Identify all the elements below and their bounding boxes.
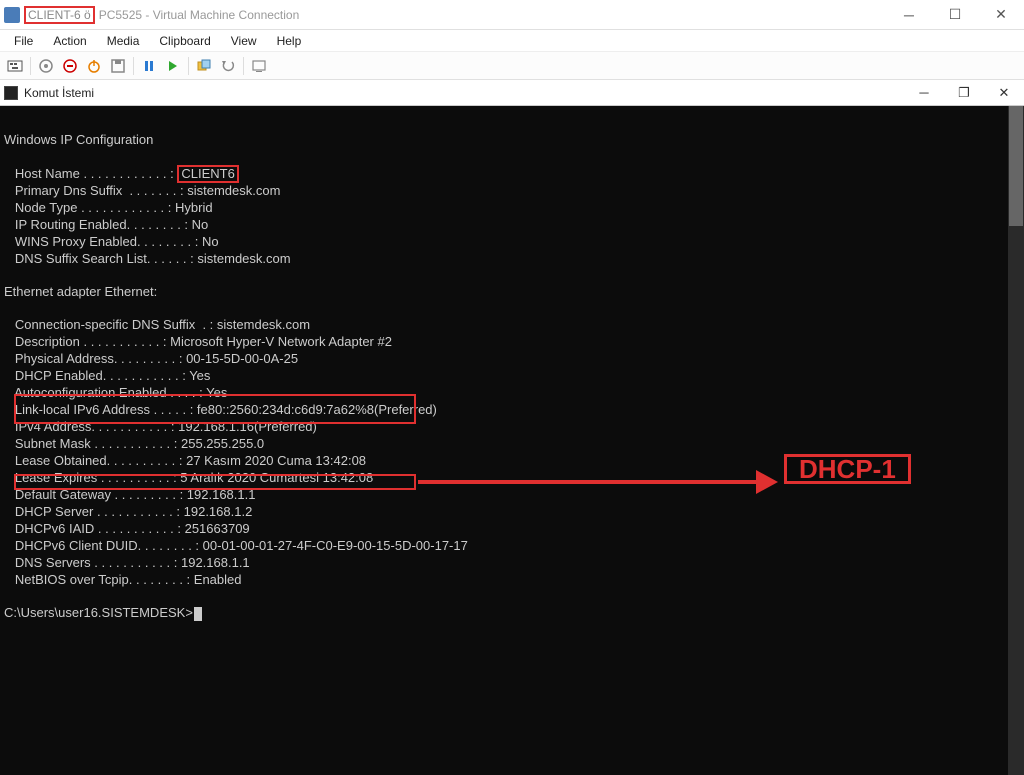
menubar: File Action Media Clipboard View Help bbox=[0, 30, 1024, 52]
node-type: Node Type . . . . . . . . . . . . : Hybr… bbox=[4, 200, 213, 215]
inner-titlebar: Komut İstemi ─ ❐ ✕ bbox=[0, 80, 1024, 106]
turnoff-icon[interactable] bbox=[59, 55, 81, 77]
save-icon[interactable] bbox=[107, 55, 129, 77]
toolbar-divider bbox=[133, 57, 134, 75]
dhcpv6-iaid: DHCPv6 IAID . . . . . . . . . . . : 2516… bbox=[4, 521, 250, 536]
dhcp-enabled: DHCP Enabled. . . . . . . . . . . : Yes bbox=[4, 368, 210, 383]
maximize-button[interactable]: ☐ bbox=[932, 0, 978, 30]
inner-minimize-button[interactable]: ─ bbox=[904, 80, 944, 106]
prompt: C:\Users\user16.SISTEMDESK> bbox=[4, 605, 193, 620]
close-button[interactable]: ✕ bbox=[978, 0, 1024, 30]
host-name-value: CLIENT6 bbox=[177, 165, 238, 183]
app-icon bbox=[4, 7, 20, 23]
shutdown-icon[interactable] bbox=[83, 55, 105, 77]
lease-expires: Lease Expires . . . . . . . . . . : 5 Ar… bbox=[4, 470, 373, 485]
adapter-header: Ethernet adapter Ethernet: bbox=[4, 284, 157, 299]
toolbar-divider bbox=[243, 57, 244, 75]
ipconfig-header: Windows IP Configuration bbox=[4, 132, 153, 147]
menu-media[interactable]: Media bbox=[97, 31, 150, 51]
console-output[interactable]: Windows IP Configuration Host Name . . .… bbox=[0, 106, 1024, 775]
connection-suffix: Connection-specific DNS Suffix . : siste… bbox=[4, 317, 310, 332]
outer-title-rest: PC5525 - Virtual Machine Connection bbox=[99, 8, 300, 22]
inner-close-button[interactable]: ✕ bbox=[984, 80, 1024, 106]
toolbar bbox=[0, 52, 1024, 80]
callout-dhcp1: DHCP-1 bbox=[784, 454, 911, 484]
dhcpv6-duid: DHCPv6 Client DUID. . . . . . . . : 00-0… bbox=[4, 538, 468, 553]
revert-icon[interactable] bbox=[217, 55, 239, 77]
wins-proxy: WINS Proxy Enabled. . . . . . . . : No bbox=[4, 234, 219, 249]
ipv4-address: IPv4 Address. . . . . . . . . . . : 192.… bbox=[4, 419, 317, 434]
start-icon[interactable] bbox=[35, 55, 57, 77]
description: Description . . . . . . . . . . . : Micr… bbox=[4, 334, 392, 349]
netbios: NetBIOS over Tcpip. . . . . . . . : Enab… bbox=[4, 572, 241, 587]
physical-address: Physical Address. . . . . . . . . : 00-1… bbox=[4, 351, 298, 366]
outer-title-highlight: CLIENT-6 ö bbox=[24, 6, 95, 24]
primary-dns-suffix: Primary Dns Suffix . . . . . . . : siste… bbox=[4, 183, 280, 198]
inner-maximize-button[interactable]: ❐ bbox=[944, 80, 984, 106]
outer-window-buttons: ─ ☐ ✕ bbox=[886, 0, 1024, 30]
minimize-button[interactable]: ─ bbox=[886, 0, 932, 30]
scrollbar-thumb[interactable] bbox=[1009, 106, 1023, 226]
dns-suffix-search: DNS Suffix Search List. . . . . . : sist… bbox=[4, 251, 291, 266]
subnet-mask: Subnet Mask . . . . . . . . . . . : 255.… bbox=[4, 436, 264, 451]
menu-view[interactable]: View bbox=[221, 31, 267, 51]
menu-file[interactable]: File bbox=[4, 31, 43, 51]
outer-titlebar: CLIENT-6 ö PC5525 - Virtual Machine Conn… bbox=[0, 0, 1024, 30]
lease-obtained: Lease Obtained. . . . . . . . . . : 27 K… bbox=[4, 453, 366, 468]
ctrl-alt-del-icon[interactable] bbox=[4, 55, 26, 77]
dns-servers: DNS Servers . . . . . . . . . . . : 192.… bbox=[4, 555, 250, 570]
default-gateway: Default Gateway . . . . . . . . . : 192.… bbox=[4, 487, 255, 502]
host-name-line: Host Name . . . . . . . . . . . . : bbox=[4, 166, 177, 181]
menu-clipboard[interactable]: Clipboard bbox=[149, 31, 220, 51]
inner-window-buttons: ─ ❐ ✕ bbox=[904, 80, 1024, 106]
ip-routing: IP Routing Enabled. . . . . . . . : No bbox=[4, 217, 208, 232]
inner-title: Komut İstemi bbox=[24, 86, 94, 100]
menu-help[interactable]: Help bbox=[267, 31, 312, 51]
arrow-annotation bbox=[418, 458, 778, 498]
pause-icon[interactable] bbox=[138, 55, 160, 77]
cursor bbox=[194, 607, 202, 621]
autoconfiguration: Autoconfiguration Enabled . . . . : Yes bbox=[4, 385, 227, 400]
reset-icon[interactable] bbox=[162, 55, 184, 77]
checkpoint-icon[interactable] bbox=[193, 55, 215, 77]
console-scrollbar[interactable] bbox=[1008, 106, 1024, 775]
cmd-icon bbox=[4, 86, 18, 100]
toolbar-divider bbox=[188, 57, 189, 75]
dhcp-server: DHCP Server . . . . . . . . . . . : 192.… bbox=[4, 504, 252, 519]
toolbar-divider bbox=[30, 57, 31, 75]
link-local-ipv6: Link-local IPv6 Address . . . . . : fe80… bbox=[4, 402, 437, 417]
menu-action[interactable]: Action bbox=[43, 31, 96, 51]
enhanced-session-icon[interactable] bbox=[248, 55, 270, 77]
